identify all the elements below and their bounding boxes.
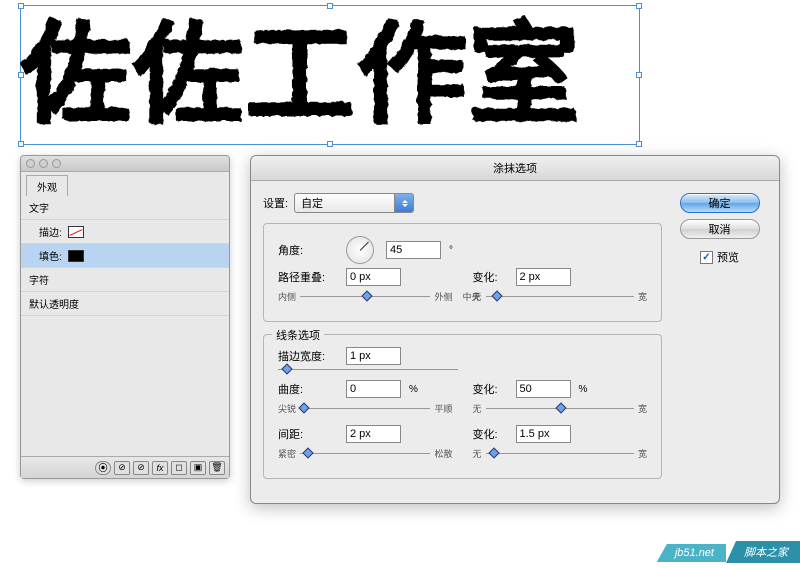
space-var-input[interactable]: [516, 425, 571, 443]
group-title: 线条选项: [272, 327, 324, 343]
watermark: jb51.net脚本之家: [657, 541, 800, 563]
angle-label: 角度:: [278, 242, 338, 258]
dropdown-value: 自定: [301, 195, 323, 211]
row-label: 描边:: [39, 224, 62, 239]
ok-button[interactable]: 确定: [680, 193, 760, 213]
curviness-input[interactable]: [346, 380, 401, 398]
curviness-slider[interactable]: 尖锐 平顺: [278, 402, 453, 415]
overlap-slider[interactable]: 内侧 中央 外侧: [278, 290, 453, 303]
preview-label: 预览: [717, 249, 739, 265]
slider-min: 无: [473, 447, 482, 460]
row-opacity[interactable]: 默认透明度: [21, 292, 229, 316]
clear-button[interactable]: ◻: [171, 461, 187, 475]
watermark-url: jb51.net: [657, 544, 726, 562]
artwork-text[interactable]: 佐佐工作室: [20, 5, 640, 145]
slider-min: 内侧: [278, 290, 296, 303]
scribble-options-dialog: 涂抹选项 设置: 自定 角度: ° 路径重叠:: [250, 155, 780, 504]
spacing-label: 间距:: [278, 426, 338, 442]
watermark-name: 脚本之家: [726, 541, 800, 563]
cancel-button[interactable]: 取消: [680, 219, 760, 239]
panel-footer: ⦿ ⊘ ⊘ fx ◻ ▣ 🗑: [21, 456, 229, 478]
row-character[interactable]: 字符: [21, 268, 229, 292]
trash-button[interactable]: 🗑: [209, 461, 225, 475]
variation-slider[interactable]: 无 宽: [473, 290, 648, 303]
setting-label: 设置:: [263, 195, 288, 211]
row-label: 填色:: [39, 248, 62, 263]
slider-min: 尖锐: [278, 402, 296, 415]
settings-dropdown[interactable]: 自定: [294, 193, 414, 213]
space-var-label: 变化:: [473, 426, 508, 442]
disable-button[interactable]: ⊘: [114, 461, 130, 475]
strokewidth-input[interactable]: [346, 347, 401, 365]
strokewidth-slider[interactable]: [278, 369, 458, 370]
slider-max: 宽: [638, 290, 647, 303]
slider-max: 宽: [638, 402, 647, 415]
slider-max: 外侧: [434, 290, 452, 303]
row-text[interactable]: 文字: [21, 196, 229, 220]
row-label: 文字: [29, 200, 49, 215]
slider-max: 松散: [434, 447, 452, 460]
preview-checkbox[interactable]: ✓: [700, 251, 713, 264]
canvas-selection[interactable]: 佐佐工作室: [20, 5, 640, 145]
angle-input[interactable]: [386, 241, 441, 259]
curv-var-input[interactable]: [516, 380, 571, 398]
panel-body: 文字 描边: 填色: 字符 默认透明度: [21, 196, 229, 456]
none-swatch-icon[interactable]: [68, 226, 84, 238]
slider-mid: 中央: [463, 290, 481, 303]
panel-tab-appearance[interactable]: 外观: [26, 175, 68, 196]
slider-max: 平顺: [434, 402, 452, 415]
pct-unit: %: [579, 384, 588, 395]
variation-label: 变化:: [473, 269, 508, 285]
row-stroke[interactable]: 描边:: [21, 220, 229, 244]
slider-max: 宽: [638, 447, 647, 460]
black-swatch-icon[interactable]: [68, 250, 84, 262]
chevron-updown-icon: [402, 197, 408, 210]
dialog-title: 涂抹选项: [251, 156, 779, 181]
space-var-slider[interactable]: 无 宽: [473, 447, 648, 460]
curviness-label: 曲度:: [278, 381, 338, 397]
appearance-panel: 外观 文字 描边: 填色: 字符 默认透明度 ⦿ ⊘ ⊘ fx ◻ ▣ 🗑: [20, 155, 230, 479]
strokewidth-label: 描边宽度:: [278, 348, 338, 364]
traffic-lights[interactable]: [26, 159, 61, 168]
line-options-group: 线条选项 描边宽度: 曲度: %: [263, 334, 662, 479]
curv-var-label: 变化:: [473, 381, 508, 397]
overlap-input[interactable]: [346, 268, 401, 286]
path-group: 角度: ° 路径重叠: 内侧 中央: [263, 223, 662, 322]
overlap-label: 路径重叠:: [278, 269, 338, 285]
disable2-button[interactable]: ⊘: [133, 461, 149, 475]
row-label: 字符: [29, 272, 49, 287]
variation-input[interactable]: [516, 268, 571, 286]
new-button[interactable]: ▣: [190, 461, 206, 475]
row-fill[interactable]: 填色:: [21, 244, 229, 268]
fx2-button[interactable]: fx: [152, 461, 168, 475]
spacing-slider[interactable]: 紧密 松散: [278, 447, 453, 460]
spacing-input[interactable]: [346, 425, 401, 443]
row-label: 默认透明度: [29, 296, 79, 311]
slider-min: 无: [473, 402, 482, 415]
slider-min: 紧密: [278, 447, 296, 460]
pct-unit: %: [409, 384, 418, 395]
angle-dial[interactable]: [346, 236, 374, 264]
angle-unit: °: [449, 245, 453, 256]
curv-var-slider[interactable]: 无 宽: [473, 402, 648, 415]
panel-titlebar[interactable]: [21, 156, 229, 172]
fx-button[interactable]: ⦿: [95, 461, 111, 475]
